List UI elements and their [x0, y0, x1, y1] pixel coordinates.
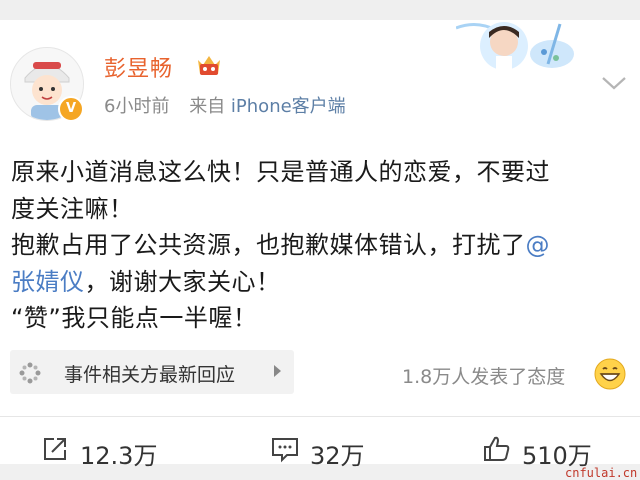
post-time: 6小时前 [104, 96, 170, 117]
content-line-3-text: 抱歉占用了公共资源，也抱歉媒体错认，打扰了 [11, 231, 526, 259]
content-line-2: 度关注嘛！ [11, 194, 134, 223]
share-button[interactable]: 12.3万 [40, 432, 170, 470]
share-icon [44, 438, 66, 460]
source-app: iPhone客户端 [230, 96, 346, 117]
thumbs-up-icon [484, 436, 510, 461]
chevron-right-icon [274, 365, 281, 377]
content-line-3: 抱歉占用了公共资源，也抱歉媒体错认，打扰了@ [11, 227, 629, 264]
comment-count: 32万 [310, 442, 365, 470]
comment-button[interactable]: 32万 [270, 432, 380, 470]
attitude-count[interactable]: 1.8万人发表了态度 [402, 362, 565, 389]
post-content: 原来小道消息这么快！只是普通人的恋爱，不要过 度关注嘛！ 抱歉占用了公共资源，也… [11, 154, 629, 337]
watermark-text: cnfulai.cn [565, 466, 638, 480]
verified-badge-icon: V [58, 96, 84, 122]
content-line-5: “赞”我只能点一半喔！ [11, 304, 258, 332]
mention-link[interactable]: 张婧仪 [11, 268, 85, 296]
decorative-card-illustration [456, 22, 574, 70]
weibo-post-card: V 彭昱畅 6小时前 来自 iPhone客户端 原来小道消息这么快！只是普通人的… [0, 20, 640, 470]
crown-vip-icon[interactable] [194, 50, 224, 80]
event-response-label: 事件相关方最新回应 [64, 364, 236, 386]
share-count: 12.3万 [80, 442, 158, 470]
grinning-emoji-icon[interactable] [594, 358, 626, 390]
post-meta: 6小时前 来自 iPhone客户端 [104, 92, 346, 118]
content-line-1: 原来小道消息这么快！只是普通人的恋爱，不要过 [11, 158, 550, 186]
event-spark-icon [19, 362, 41, 384]
content-line-4: 张婧仪，谢谢大家关心！ [11, 264, 629, 301]
comment-icon [272, 438, 298, 463]
source-prefix: 来自 [189, 96, 226, 117]
top-strip [0, 0, 640, 20]
content-line-4-text: ，谢谢大家关心！ [84, 267, 281, 296]
event-response-bar[interactable]: 事件相关方最新回应 [10, 350, 294, 394]
chevron-down-icon[interactable] [600, 72, 628, 94]
like-button[interactable]: 510万 [482, 432, 612, 470]
actions-divider [0, 416, 640, 417]
username[interactable]: 彭昱畅 [104, 51, 173, 83]
mention-at[interactable]: @ [526, 231, 551, 259]
